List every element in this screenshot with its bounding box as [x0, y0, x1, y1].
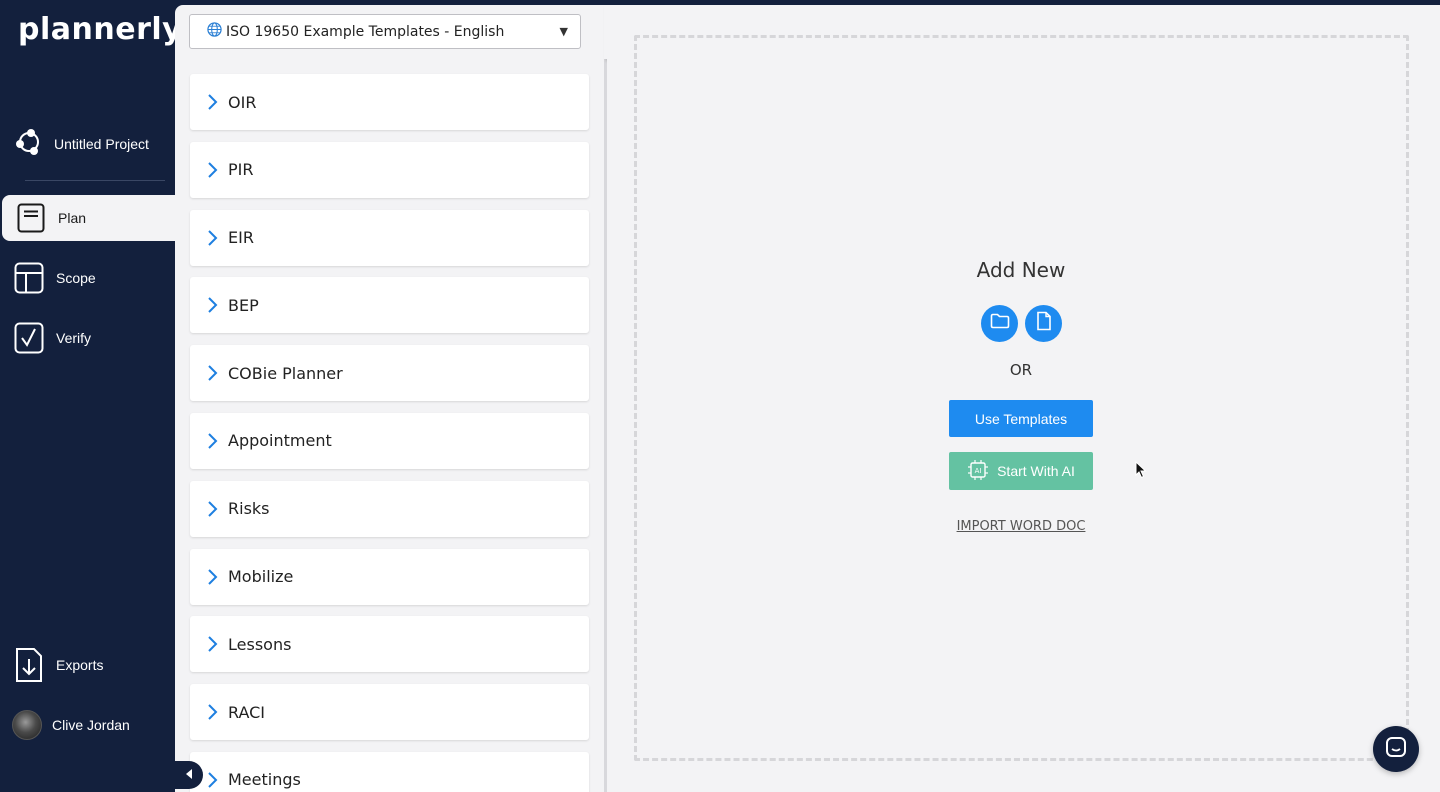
template-item-label: RACI — [228, 702, 266, 722]
template-set-dropdown[interactable]: ISO 19650 Example Templates - English ▼ — [189, 14, 581, 49]
chevron-right-icon — [206, 296, 218, 314]
template-item-appointment[interactable]: Appointment — [190, 412, 589, 469]
drop-zone[interactable] — [634, 35, 1409, 761]
chevron-right-icon — [206, 364, 218, 382]
add-new-title: Add New — [976, 258, 1066, 282]
template-item-bep[interactable]: BEP — [190, 277, 589, 334]
chevron-right-icon — [206, 703, 218, 721]
nav-label-exports: Exports — [56, 657, 104, 673]
avatar — [12, 710, 42, 740]
chevron-right-icon — [206, 771, 218, 789]
template-item-cobie-planner[interactable]: COBie Planner — [190, 345, 589, 402]
nav-label-plan: Plan — [58, 210, 87, 226]
template-item-label: Risks — [228, 499, 270, 519]
use-templates-button[interactable]: Use Templates — [949, 400, 1093, 437]
nav-label-scope: Scope — [56, 270, 96, 286]
mouse-cursor-icon — [1135, 460, 1147, 484]
globe-icon — [207, 22, 222, 41]
start-with-ai-label: Start With AI — [997, 463, 1075, 479]
nav-item-plan[interactable]: Plan — [2, 195, 182, 241]
template-item-raci[interactable]: RACI — [190, 684, 589, 741]
template-item-oir[interactable]: OIR — [190, 74, 589, 130]
user-profile[interactable]: Clive Jordan — [12, 710, 130, 740]
nav-item-exports[interactable]: Exports — [0, 642, 175, 688]
folder-icon — [990, 313, 1010, 334]
project-selector[interactable]: Untitled Project — [14, 126, 174, 162]
template-item-label: Meetings — [228, 770, 301, 790]
sidebar-toggle-button[interactable] — [175, 761, 203, 789]
add-document-button[interactable] — [1025, 305, 1062, 342]
left-sidebar: plannerly Untitled Project Plan Scope Ve… — [0, 0, 182, 792]
document-icon — [16, 203, 46, 233]
svg-text:AI: AI — [975, 467, 982, 475]
chat-support-button[interactable] — [1373, 726, 1419, 772]
template-item-risks[interactable]: Risks — [190, 480, 589, 537]
add-folder-button[interactable] — [981, 305, 1018, 342]
template-item-label: Appointment — [228, 431, 332, 451]
user-name: Clive Jordan — [52, 717, 130, 733]
nav-item-scope[interactable]: Scope — [0, 255, 175, 301]
app-logo: plannerly — [18, 12, 183, 47]
chevron-right-icon — [206, 93, 218, 111]
sidebar-divider — [25, 180, 165, 181]
ai-chip-icon: AI — [967, 459, 989, 484]
checkbox-icon — [14, 322, 44, 354]
template-set-value: ISO 19650 Example Templates - English — [226, 23, 505, 40]
template-item-mobilize[interactable]: Mobilize — [190, 548, 589, 605]
chevron-right-icon — [206, 500, 218, 518]
import-word-doc-link[interactable]: IMPORT WORD DOC — [941, 519, 1101, 534]
chevron-right-icon — [206, 229, 218, 247]
file-icon — [1036, 311, 1052, 336]
caret-down-icon: ▼ — [559, 25, 568, 38]
chat-icon — [1385, 736, 1407, 763]
project-icon — [14, 127, 44, 162]
template-item-label: BEP — [228, 295, 259, 315]
template-accordion-list: OIR PIR EIR BEP COBie Planner Appointmen… — [190, 74, 589, 792]
template-item-pir[interactable]: PIR — [190, 141, 589, 198]
template-item-label: OIR — [228, 92, 257, 112]
layout-icon — [14, 262, 44, 294]
chevron-right-icon — [206, 568, 218, 586]
chevron-right-icon — [206, 635, 218, 653]
template-item-label: EIR — [228, 228, 254, 248]
chevron-right-icon — [206, 161, 218, 179]
template-item-label: Mobilize — [228, 567, 294, 587]
template-item-label: PIR — [228, 160, 254, 180]
or-separator: OR — [1009, 361, 1033, 379]
template-item-label: Lessons — [228, 634, 292, 654]
export-icon — [14, 648, 44, 682]
caret-left-icon — [185, 766, 193, 784]
start-with-ai-button[interactable]: AI Start With AI — [949, 452, 1093, 490]
nav-item-verify[interactable]: Verify — [0, 315, 175, 361]
template-item-meetings[interactable]: Meetings — [190, 751, 589, 792]
template-item-label: COBie Planner — [228, 363, 343, 383]
template-item-lessons[interactable]: Lessons — [190, 616, 589, 673]
chevron-right-icon — [206, 432, 218, 450]
project-name: Untitled Project — [54, 136, 149, 152]
template-item-eir[interactable]: EIR — [190, 209, 589, 266]
nav-label-verify: Verify — [56, 330, 92, 346]
